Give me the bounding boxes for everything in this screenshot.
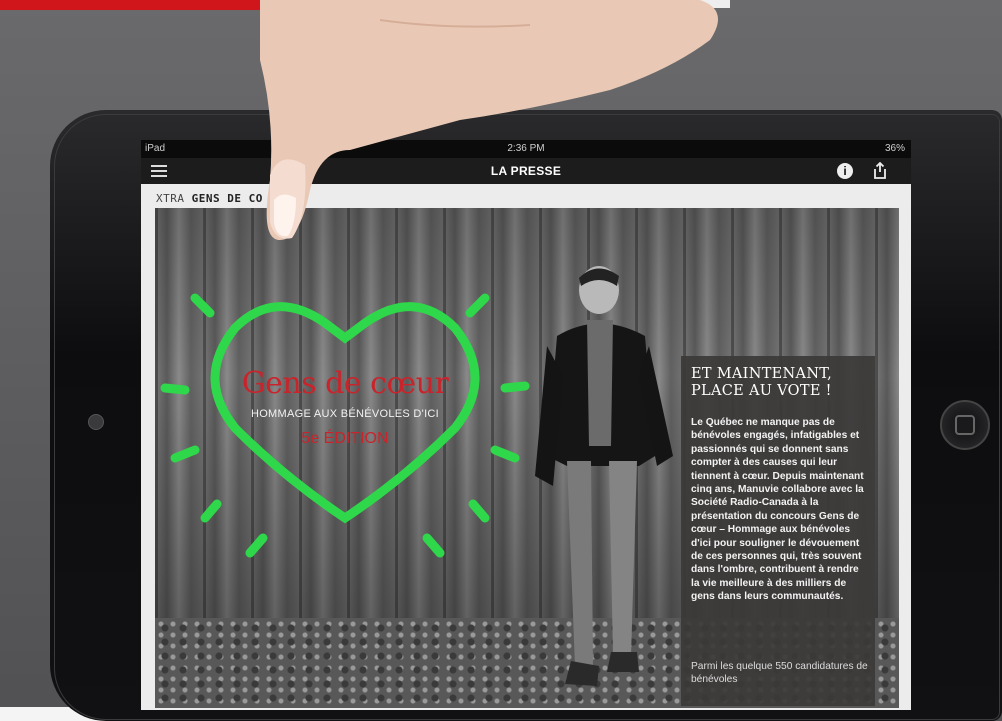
home-button[interactable] [940, 400, 990, 450]
info-icon[interactable]: i [837, 163, 853, 179]
battery-level: 36% [884, 143, 905, 154]
share-icon[interactable] [873, 162, 887, 179]
hero-photo: Gens de cœur HOMMAGE AUX BÉNÉVOLES D'ICI… [155, 208, 899, 708]
article-body-continued: Parmi les quelque 550 candidatures de bé… [691, 661, 868, 686]
gens-de-coeur-title: Gens de cœur [241, 366, 449, 401]
gens-de-coeur-subtitle: HOMMAGE AUX BÉNÉVOLES D'ICI [250, 408, 440, 420]
edition-label: 5e ÉDITION [301, 430, 389, 447]
camera-icon [88, 414, 104, 430]
article-heading: ET MAINTENANT, PLACE AU VOTE ! [691, 366, 833, 399]
section-prefix: XTRA [156, 192, 185, 205]
article-page: XTRA GENS DE CO Gens de cœur HOMMAGE AUX… [141, 184, 911, 710]
article-body: Le Québec ne manque pas de bénévoles eng… [691, 417, 864, 603]
man-photo [535, 266, 673, 686]
hand-image [260, 0, 718, 240]
article-panel: ET MAINTENANT, PLACE AU VOTE ! Le Québec… [681, 356, 875, 706]
